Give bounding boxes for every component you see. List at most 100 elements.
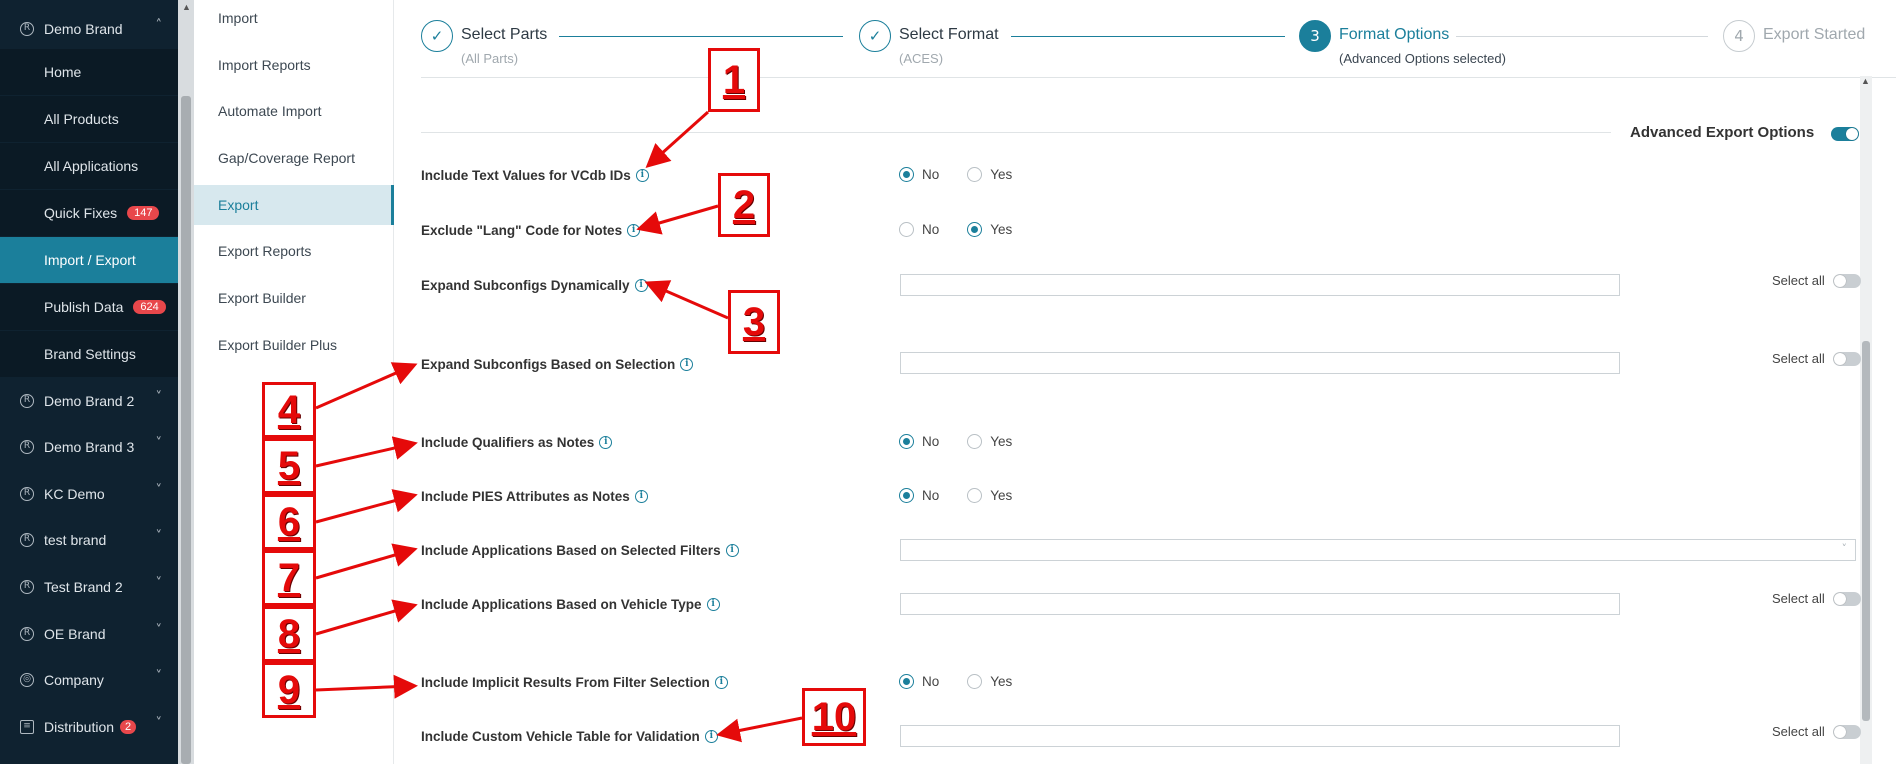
- content-scrollbar[interactable]: ▲: [1860, 76, 1872, 764]
- expand-subconfigs-dynamically-input[interactable]: [900, 274, 1620, 296]
- scroll-up-icon[interactable]: ▲: [182, 2, 191, 12]
- subnav-label: Gap/Coverage Report: [218, 150, 355, 166]
- scroll-up-icon[interactable]: ▲: [1861, 76, 1870, 86]
- expand-subconfigs-selection-input[interactable]: [900, 352, 1620, 374]
- radio-label: No: [922, 434, 940, 449]
- radio-label: No: [922, 488, 940, 503]
- sidebar-brand-label: Test Brand 2: [44, 579, 123, 595]
- radio-yes[interactable]: [967, 167, 983, 182]
- scrollbar-thumb[interactable]: [181, 96, 191, 764]
- subnav-export-reports[interactable]: Export Reports: [194, 231, 394, 271]
- sidebar-item-brand-settings[interactable]: Brand Settings: [0, 331, 178, 377]
- sidebar-brand-test-brand[interactable]: Rtest brand ˅: [0, 517, 178, 563]
- select-all-toggle[interactable]: [1832, 724, 1861, 739]
- sidebar-item-publish-data[interactable]: Publish Data 624: [0, 284, 178, 330]
- annotation-1: 1: [708, 48, 760, 112]
- applications-selected-filters-select[interactable]: ˅: [900, 539, 1856, 561]
- option-label-expand-subconfigs-dynamically: Expand Subconfigs Dynamically i: [421, 278, 648, 293]
- applications-vehicle-type-input[interactable]: [900, 593, 1620, 615]
- subnav-import[interactable]: Import: [194, 0, 394, 38]
- sidebar-item-all-applications[interactable]: All Applications: [0, 143, 178, 189]
- option-label-implicit-results: Include Implicit Results From Filter Sel…: [421, 675, 728, 690]
- sidebar-item-home[interactable]: Home: [0, 49, 178, 95]
- chevron-down-icon: ˅: [155, 436, 163, 451]
- main-sidebar: R Demo Brand ˄ Home All Products All App…: [0, 0, 178, 764]
- sidebar-brand-label: Distribution: [44, 719, 115, 735]
- radio-no[interactable]: [899, 488, 914, 503]
- info-icon[interactable]: i: [634, 279, 648, 292]
- radio-label: Yes: [990, 167, 1013, 182]
- checkmark-icon: ✓: [421, 20, 453, 52]
- chevron-down-icon: ˅: [155, 529, 163, 544]
- sidebar-distribution[interactable]: ≡ Distribution 2 ˅: [0, 704, 178, 750]
- sidebar-item-all-products[interactable]: All Products: [0, 96, 178, 142]
- step-select-format[interactable]: ✓ Select Format (ACES): [859, 20, 999, 66]
- info-icon[interactable]: i: [706, 598, 720, 611]
- step-format-options[interactable]: 3 Format Options (Advanced Options select…: [1299, 20, 1506, 66]
- annotation-9: 9: [262, 662, 316, 718]
- select-all-toggle[interactable]: [1832, 591, 1861, 606]
- subnav-gap-coverage-report[interactable]: Gap/Coverage Report: [194, 138, 394, 178]
- option-label-text: Exclude "Lang" Code for Notes: [421, 223, 623, 238]
- sidebar-scrollbar[interactable]: ▲: [178, 0, 194, 764]
- subnav-automate-import[interactable]: Automate Import: [194, 91, 394, 131]
- select-all-toggle[interactable]: [1832, 351, 1861, 366]
- step-connector: [1456, 36, 1708, 37]
- radio-no[interactable]: [899, 434, 914, 449]
- sidebar-brand-oe-brand[interactable]: R OE Brand ˅: [0, 611, 178, 657]
- info-icon[interactable]: i: [635, 169, 649, 182]
- sidebar-brand-demo-brand-2[interactable]: R Demo Brand 2 ˅: [0, 378, 178, 424]
- advanced-export-options-toggle[interactable]: [1831, 127, 1859, 141]
- info-icon[interactable]: i: [634, 490, 648, 503]
- select-all-label: Select all: [1772, 351, 1825, 366]
- sidebar-brand-label: Demo Brand 3: [44, 439, 135, 455]
- sidebar-brand-test-brand-2[interactable]: R Test Brand 2 ˅: [0, 564, 178, 610]
- select-all-label: Select all: [1772, 273, 1825, 288]
- sidebar-item-import-export[interactable]: Import / Export: [0, 237, 178, 283]
- info-icon[interactable]: i: [627, 224, 641, 237]
- radio-no[interactable]: [899, 674, 914, 689]
- sidebar-brand-label: Demo Brand 2: [44, 393, 135, 409]
- sidebar-item-label: Publish Data: [44, 299, 124, 315]
- select-all-toggle[interactable]: [1832, 273, 1861, 288]
- info-icon[interactable]: i: [680, 358, 694, 371]
- sidebar-brand-demo-brand[interactable]: R Demo Brand ˄: [0, 6, 178, 52]
- subnav-import-reports[interactable]: Import Reports: [194, 45, 394, 85]
- step-label: Select Format: [899, 26, 999, 43]
- select-all-applications-vehicle-type: Select all: [1772, 591, 1861, 606]
- info-icon[interactable]: i: [714, 676, 728, 689]
- chevron-down-icon: ˅: [155, 669, 163, 684]
- step-connector: [1011, 36, 1285, 37]
- chevron-down-icon: ˅: [155, 716, 163, 731]
- step-export-started[interactable]: 4 Export Started: [1723, 20, 1865, 52]
- custom-vehicle-table-input[interactable]: [900, 725, 1620, 747]
- radio-yes[interactable]: [967, 674, 983, 689]
- select-all-expand-subconfigs-selection: Select all: [1772, 351, 1861, 366]
- select-all-custom-vehicle-table: Select all: [1772, 724, 1861, 739]
- scrollbar-thumb[interactable]: [1862, 341, 1870, 721]
- sidebar-item-quick-fixes[interactable]: Quick Fixes 147: [0, 190, 178, 236]
- sidebar-brand-demo-brand-3[interactable]: R Demo Brand 3 ˅: [0, 424, 178, 470]
- info-icon[interactable]: i: [704, 730, 718, 743]
- sidebar-item-label: All Products: [44, 111, 119, 127]
- sidebar-brand-kc-demo[interactable]: R KC Demo ˅: [0, 471, 178, 517]
- annotation-7: 7: [262, 550, 316, 606]
- subnav-export[interactable]: Export: [194, 185, 394, 225]
- option-label-pies-attributes: Include PIES Attributes as Notes i: [421, 489, 648, 504]
- radio-yes[interactable]: [967, 488, 983, 503]
- subnav-export-builder[interactable]: Export Builder: [194, 278, 394, 318]
- radio-no[interactable]: [899, 167, 914, 182]
- step-label: Format Options: [1339, 26, 1450, 43]
- subnav-label: Export Builder: [218, 290, 306, 306]
- sidebar-company[interactable]: ◎ Company ˅: [0, 657, 178, 703]
- radio-yes[interactable]: [967, 434, 983, 449]
- step-select-parts[interactable]: ✓ Select Parts (All Parts): [421, 20, 547, 66]
- annotation-3: 3: [728, 290, 780, 354]
- radio-no[interactable]: [899, 222, 914, 237]
- info-icon[interactable]: i: [599, 436, 613, 449]
- radio-yes[interactable]: [967, 222, 983, 237]
- subnav-export-builder-plus[interactable]: Export Builder Plus: [194, 325, 394, 365]
- info-icon[interactable]: i: [725, 544, 739, 557]
- option-label-text: Include Applications Based on Selected F…: [421, 543, 721, 558]
- sidebar-brand-label: OE Brand: [44, 626, 106, 642]
